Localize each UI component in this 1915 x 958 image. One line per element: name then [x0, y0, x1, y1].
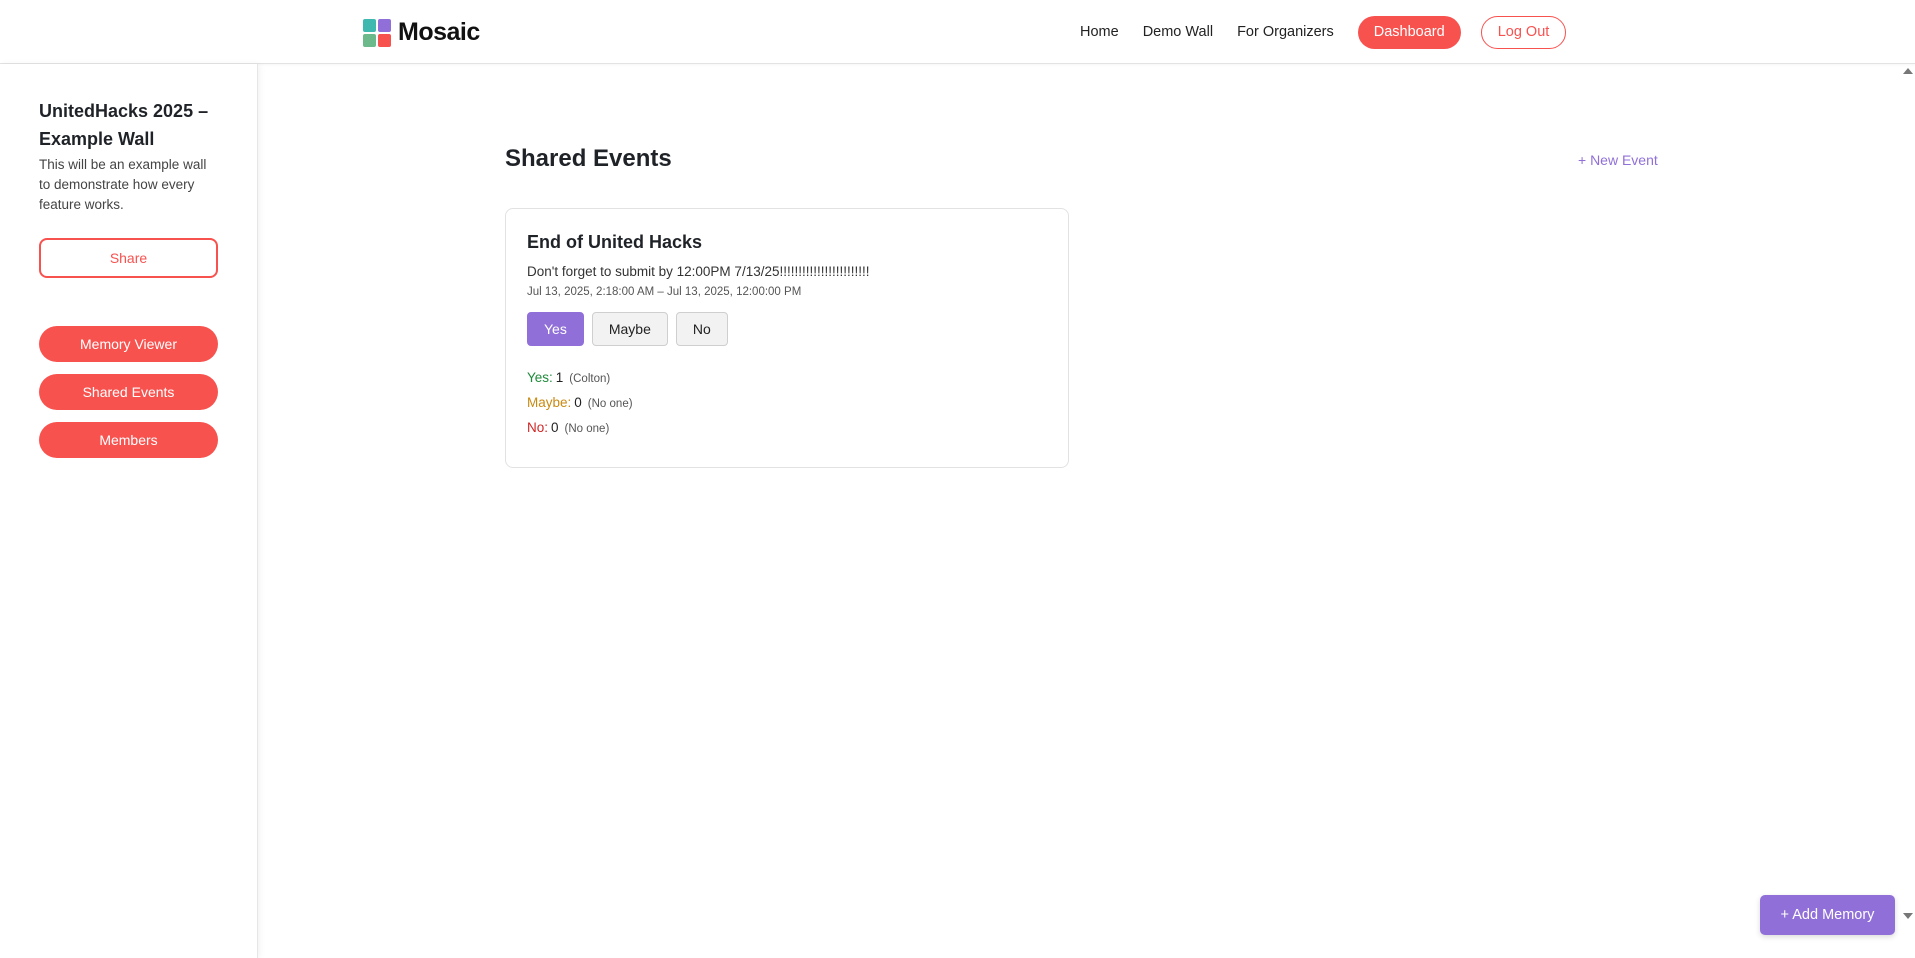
tally-no-label: No: — [527, 420, 549, 435]
event-description: Don't forget to submit by 12:00PM 7/13/2… — [527, 264, 870, 279]
nav-home-link[interactable]: Home — [1080, 24, 1119, 40]
top-navbar: Mosaic Home Demo Wall For Organizers Das… — [0, 0, 1915, 64]
wall-description: This will be an example wall to demonstr… — [39, 157, 207, 212]
tally-yes-label: Yes: — [527, 370, 553, 385]
rsvp-maybe-button[interactable]: Maybe — [591, 312, 668, 346]
add-memory-button[interactable]: + Add Memory — [1760, 895, 1895, 935]
nav-demo-wall-link[interactable]: Demo Wall — [1143, 24, 1213, 40]
page-title: Shared Events — [505, 145, 672, 172]
new-event-link[interactable]: + New Event — [1578, 152, 1658, 168]
rsvp-no-button[interactable]: No — [675, 312, 728, 346]
share-button[interactable]: Share — [39, 238, 218, 278]
tally-maybe-names: (No one) — [587, 398, 633, 410]
rsvp-buttons: Yes Maybe No — [527, 312, 1047, 346]
sidebar-item-shared-events[interactable]: Shared Events — [39, 374, 218, 410]
brand[interactable]: Mosaic — [363, 18, 480, 47]
tally-no-names: (No one) — [564, 423, 610, 435]
logout-button[interactable]: Log Out — [1480, 15, 1567, 49]
tally-maybe-count: 0 — [574, 395, 582, 410]
mosaic-logo-icon — [363, 18, 391, 47]
rsvp-tallies: Yes: 1 (Colton) Maybe: 0 (No one) No: 0 (No on… — [527, 366, 1047, 441]
tally-maybe-label: Maybe: — [527, 395, 572, 410]
rsvp-yes-button[interactable]: Yes — [527, 312, 584, 346]
tally-no-count: 0 — [551, 420, 559, 435]
wall-title: UnitedHacks 2025 – Example Wall — [39, 101, 209, 149]
sidebar: UnitedHacks 2025 – Example Wall This wil… — [0, 64, 258, 958]
dashboard-button[interactable]: Dashboard — [1357, 15, 1461, 49]
sidebar-item-memory-viewer[interactable]: Memory Viewer — [39, 326, 218, 362]
tally-yes-names: (Colton) — [569, 373, 611, 385]
sidebar-nav: Memory Viewer Shared Events Members — [39, 326, 218, 458]
tally-no: No: 0 (No one) — [527, 416, 1047, 441]
nav-for-organizers-link[interactable]: For Organizers — [1237, 24, 1334, 40]
main-nav: Home Demo Wall For Organizers Dashboard … — [1080, 0, 1567, 64]
event-time-range: Jul 13, 2025, 2:18:00 AM – Jul 13, 2025,… — [527, 286, 802, 298]
brand-name: Mosaic — [398, 18, 480, 46]
event-card: End of United Hacks Don't forget to subm… — [505, 208, 1069, 468]
event-title: End of United Hacks — [527, 232, 703, 252]
sidebar-item-members[interactable]: Members — [39, 422, 218, 458]
scroll-down-arrow-icon[interactable] — [1903, 913, 1913, 919]
tally-maybe: Maybe: 0 (No one) — [527, 391, 1047, 416]
tally-yes-count: 1 — [555, 370, 564, 385]
scroll-up-arrow-icon[interactable] — [1903, 68, 1913, 74]
tally-yes: Yes: 1 (Colton) — [527, 366, 1047, 391]
